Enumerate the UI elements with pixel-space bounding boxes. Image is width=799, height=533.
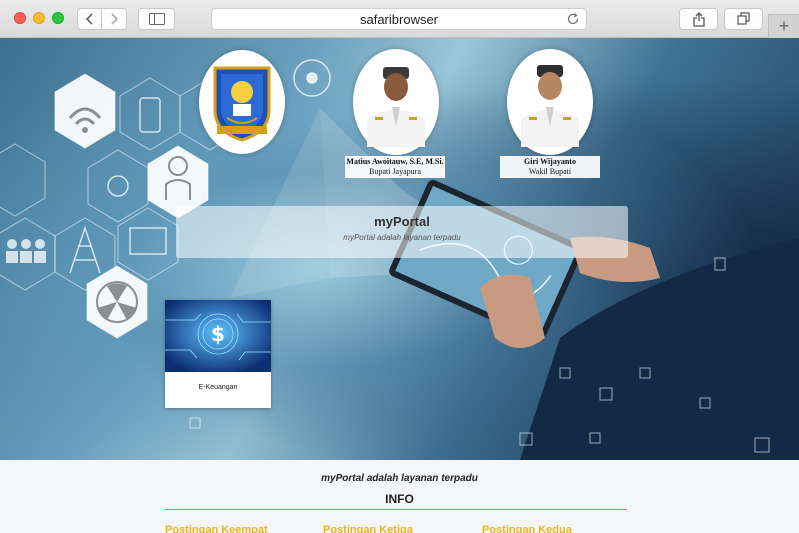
official-name: Matius Awoitauw, S.E, M.Si. (346, 157, 444, 166)
menu-card-label: E-Keuangan (198, 384, 238, 391)
official-role: Bupati Jayapura (369, 167, 421, 176)
maximize-window-button[interactable] (52, 12, 64, 24)
official-portrait-icon (521, 65, 579, 147)
bupati-name-card: Matius Awoitauw, S.E, M.Si. Bupati Jayap… (345, 156, 445, 178)
post-link-kedua[interactable]: Postingan Kedua (482, 524, 572, 533)
sidebar-icon (148, 13, 165, 25)
browser-toolbar: safaribrowser + (0, 0, 799, 38)
regency-emblem-icon (213, 66, 271, 142)
post-link-ketiga[interactable]: Postingan Ketiga (323, 524, 413, 533)
chevron-left-icon (85, 13, 93, 25)
wakil-bupati-name-card: Giri Wijayanto Wakil Bupati (500, 156, 600, 178)
back-button[interactable] (77, 8, 102, 30)
info-divider (165, 509, 627, 510)
portal-title: myPortal (374, 214, 430, 229)
share-button[interactable] (679, 8, 718, 30)
post-link-keempat[interactable]: Postingan Keempat (165, 524, 268, 533)
close-window-button[interactable] (14, 12, 26, 24)
sidebar-toggle-button[interactable] (138, 8, 175, 30)
plus-icon: + (778, 16, 790, 36)
address-text: safaribrowser (359, 11, 439, 27)
share-icon (692, 11, 705, 27)
hero-banner: Matius Awoitauw, S.E, M.Si. Bupati Jayap… (0, 38, 799, 460)
info-section: myPortal adalah layanan terpadu INFO Pos… (0, 460, 799, 533)
finance-thumbnail: $ (165, 300, 271, 372)
reload-icon[interactable] (566, 12, 580, 26)
minimize-window-button[interactable] (33, 12, 45, 24)
portal-banner: myPortal myPortal adalah layanan terpadu (176, 206, 628, 258)
new-tab-button[interactable]: + (768, 14, 799, 38)
portal-subtitle: myPortal adalah layanan terpadu (343, 233, 461, 242)
tabs-icon (736, 12, 750, 25)
wakil-bupati-portrait (507, 49, 593, 155)
regency-logo (199, 50, 285, 154)
official-name: Giri Wijayanto (524, 157, 576, 166)
chevron-right-icon (111, 13, 119, 25)
official-role: Wakil Bupati (528, 167, 572, 176)
forward-button[interactable] (102, 8, 127, 30)
e-keuangan-card[interactable]: $ E-Keuangan (165, 300, 271, 408)
address-bar[interactable]: safaribrowser (211, 8, 587, 30)
show-tabs-button[interactable] (724, 8, 763, 30)
dollar-icon: $ (211, 322, 225, 346)
info-tagline: myPortal adalah layanan terpadu (321, 473, 478, 484)
bupati-portrait (353, 49, 439, 155)
info-heading: INFO (385, 492, 414, 506)
official-portrait-icon (367, 67, 425, 147)
